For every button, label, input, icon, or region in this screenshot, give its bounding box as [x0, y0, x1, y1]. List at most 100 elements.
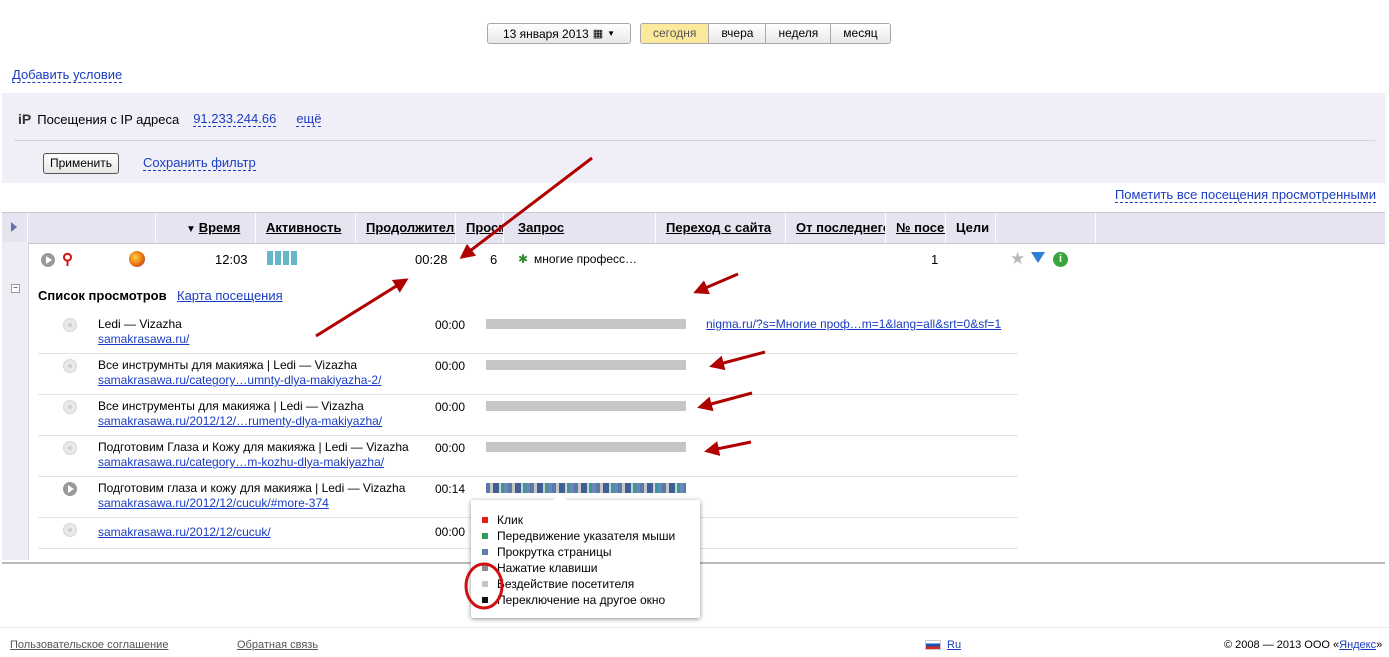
visit-row[interactable]: ⚲ 12:03 00:28 6 ✱ многие професс… 1 ★ i — [28, 242, 1385, 272]
page-title: Подготовим Глаза и Кожу для макияжа | Le… — [98, 440, 409, 454]
scroll-swatch — [482, 549, 488, 555]
period-month[interactable]: месяц — [830, 24, 890, 43]
yandex-link[interactable]: Яндекс — [1339, 639, 1376, 651]
header-blank-cell — [996, 213, 1096, 243]
period-week[interactable]: неделя — [765, 24, 831, 43]
search-icon[interactable]: ⚲ — [62, 250, 73, 268]
russia-flag-icon — [925, 640, 941, 650]
click-swatch — [482, 517, 488, 523]
activity-bars — [267, 251, 297, 265]
save-filter-link[interactable]: Сохранить фильтр — [143, 155, 256, 171]
idle-swatch — [482, 581, 488, 587]
date-picker-button[interactable]: 13 января 2013 ▦ ▼ — [487, 23, 631, 44]
search-engine-icon: ✱ — [518, 252, 529, 266]
footer-divider — [0, 627, 1389, 628]
page-url-link[interactable]: samakrasawa.ru/ — [98, 332, 189, 346]
collapse-toggle[interactable]: − — [11, 284, 20, 293]
col-query[interactable]: Запрос — [504, 213, 656, 243]
chevron-down-icon: ▼ — [607, 29, 616, 38]
visit-query: многие професс… — [534, 252, 638, 266]
page-view-row: Все инструменты для макияжа | Ledi — Viz… — [38, 395, 1018, 436]
visit-map-link[interactable]: Карта посещения — [177, 288, 283, 303]
calendar-icon: ▦ — [592, 28, 604, 40]
page-time: 00:00 — [435, 525, 466, 539]
visit-duration: 00:28 — [415, 252, 448, 267]
page-time: 00:00 — [435, 400, 466, 414]
page-dot-icon — [63, 318, 77, 332]
activity-legend-tooltip: Клик Передвижение указателя мыши Прокрут… — [471, 493, 700, 618]
page-url-link[interactable]: samakrasawa.ru/2012/12/…rumenty-dlya-mak… — [98, 414, 382, 428]
col-views[interactable]: Просмотры — [456, 213, 504, 243]
col-referrer[interactable]: Переход с сайта — [656, 213, 786, 243]
star-icon[interactable]: ★ — [1010, 249, 1025, 269]
activity-timeline-bar[interactable] — [486, 483, 686, 493]
apply-button[interactable]: Применить — [43, 153, 120, 174]
mouse-move-swatch — [482, 533, 488, 539]
filter-panel: iP Посещения с IP адреса 91.233.244.66 е… — [2, 93, 1385, 183]
page-time: 00:00 — [435, 359, 466, 373]
period-today[interactable]: сегодня — [641, 24, 709, 43]
sort-desc-icon: ▼ — [186, 224, 199, 235]
play-icon[interactable] — [63, 482, 77, 496]
activity-timeline-bar — [486, 442, 686, 452]
info-icon[interactable]: i — [1053, 252, 1068, 267]
visit-views: 6 — [490, 252, 498, 267]
page-title: Все инструмнты для макияжа | Ledi — Viza… — [98, 358, 358, 372]
visit-number: 1 — [931, 252, 939, 267]
page-dot-icon — [63, 400, 77, 414]
col-since-last[interactable]: От последнего — [786, 213, 886, 243]
legend-item: Переключение на другое окно — [482, 593, 665, 607]
feedback-link[interactable]: Обратная связь — [237, 639, 318, 651]
col-visit-number[interactable]: № посещения — [886, 213, 946, 243]
table-header: ▼ Время Активность Продолжительность Про… — [2, 212, 1385, 244]
expand-arrow-icon — [11, 222, 17, 232]
copyright: © 2008 — 2013 ООО «Яндекс» — [1224, 639, 1383, 651]
visit-time: 12:03 — [215, 252, 248, 267]
legend-item: Клик — [482, 513, 523, 527]
col-duration[interactable]: Продолжительность — [356, 213, 456, 243]
page-title: Подготовим глаза и кожу для макияжа | Le… — [98, 481, 406, 495]
views-list-title: Список просмотров — [38, 288, 167, 303]
ip-filter-label: Посещения с IP адреса — [37, 111, 180, 127]
page-view-row: Все инструмнты для макияжа | Ledi — Viza… — [38, 354, 1018, 395]
user-agreement-link[interactable]: Пользовательское соглашение — [10, 639, 168, 651]
keypress-swatch — [482, 565, 488, 571]
referrer-link[interactable]: nigma.ru/?s=Многие проф…m=1&lang=all&srt… — [706, 317, 1001, 331]
play-icon[interactable] — [41, 253, 55, 267]
activity-timeline-bar — [486, 319, 686, 329]
page-view-row: Подготовим Глаза и Кожу для макияжа | Le… — [38, 436, 1018, 477]
header-icons-cell — [28, 213, 156, 243]
page-time: 00:00 — [435, 318, 466, 332]
divider — [14, 140, 1375, 141]
page-url-link[interactable]: samakrasawa.ru/category…m-kozhu-dlya-mak… — [98, 455, 384, 469]
col-activity[interactable]: Активность — [256, 213, 356, 243]
window-switch-swatch — [482, 597, 488, 603]
page-url-link[interactable]: samakrasawa.ru/2012/12/cucuk/ — [98, 525, 271, 539]
row-gutter: − — [2, 242, 29, 560]
period-selector: сегодня вчера неделя месяц — [640, 23, 891, 44]
col-time[interactable]: ▼ Время — [156, 213, 256, 243]
col-goals: Цели — [946, 213, 996, 243]
mark-all-viewed-link[interactable]: Пометить все посещения просмотренными — [1114, 187, 1376, 203]
page-dot-icon — [63, 441, 77, 455]
language-link[interactable]: Ru — [947, 639, 961, 651]
date-label: 13 января 2013 — [502, 26, 589, 41]
period-yesterday[interactable]: вчера — [708, 24, 766, 43]
expand-all-cell[interactable] — [2, 213, 28, 243]
page-url-link[interactable]: samakrasawa.ru/2012/12/cucuk/#more-374 — [98, 496, 329, 510]
page-dot-icon — [63, 359, 77, 373]
add-condition-link[interactable]: Добавить условие — [12, 67, 123, 83]
ip-icon: iP — [18, 111, 32, 127]
page-time: 00:00 — [435, 441, 466, 455]
page-title: Все инструменты для макияжа | Ledi — Viz… — [98, 399, 364, 413]
page-title: Ledi — Vizazha — [98, 317, 182, 331]
page-time: 00:14 — [435, 482, 466, 496]
firefox-icon — [129, 251, 145, 267]
ip-address-link[interactable]: 91.233.244.66 — [193, 111, 277, 127]
page-dot-icon — [63, 523, 77, 537]
filter-icon[interactable] — [1031, 252, 1045, 263]
page-url-link[interactable]: samakrasawa.ru/category…umnty-dlya-makiy… — [98, 373, 381, 387]
more-link[interactable]: ещё — [296, 111, 322, 127]
activity-timeline-bar — [486, 360, 686, 370]
legend-item: Бездействие посетителя — [482, 577, 634, 591]
